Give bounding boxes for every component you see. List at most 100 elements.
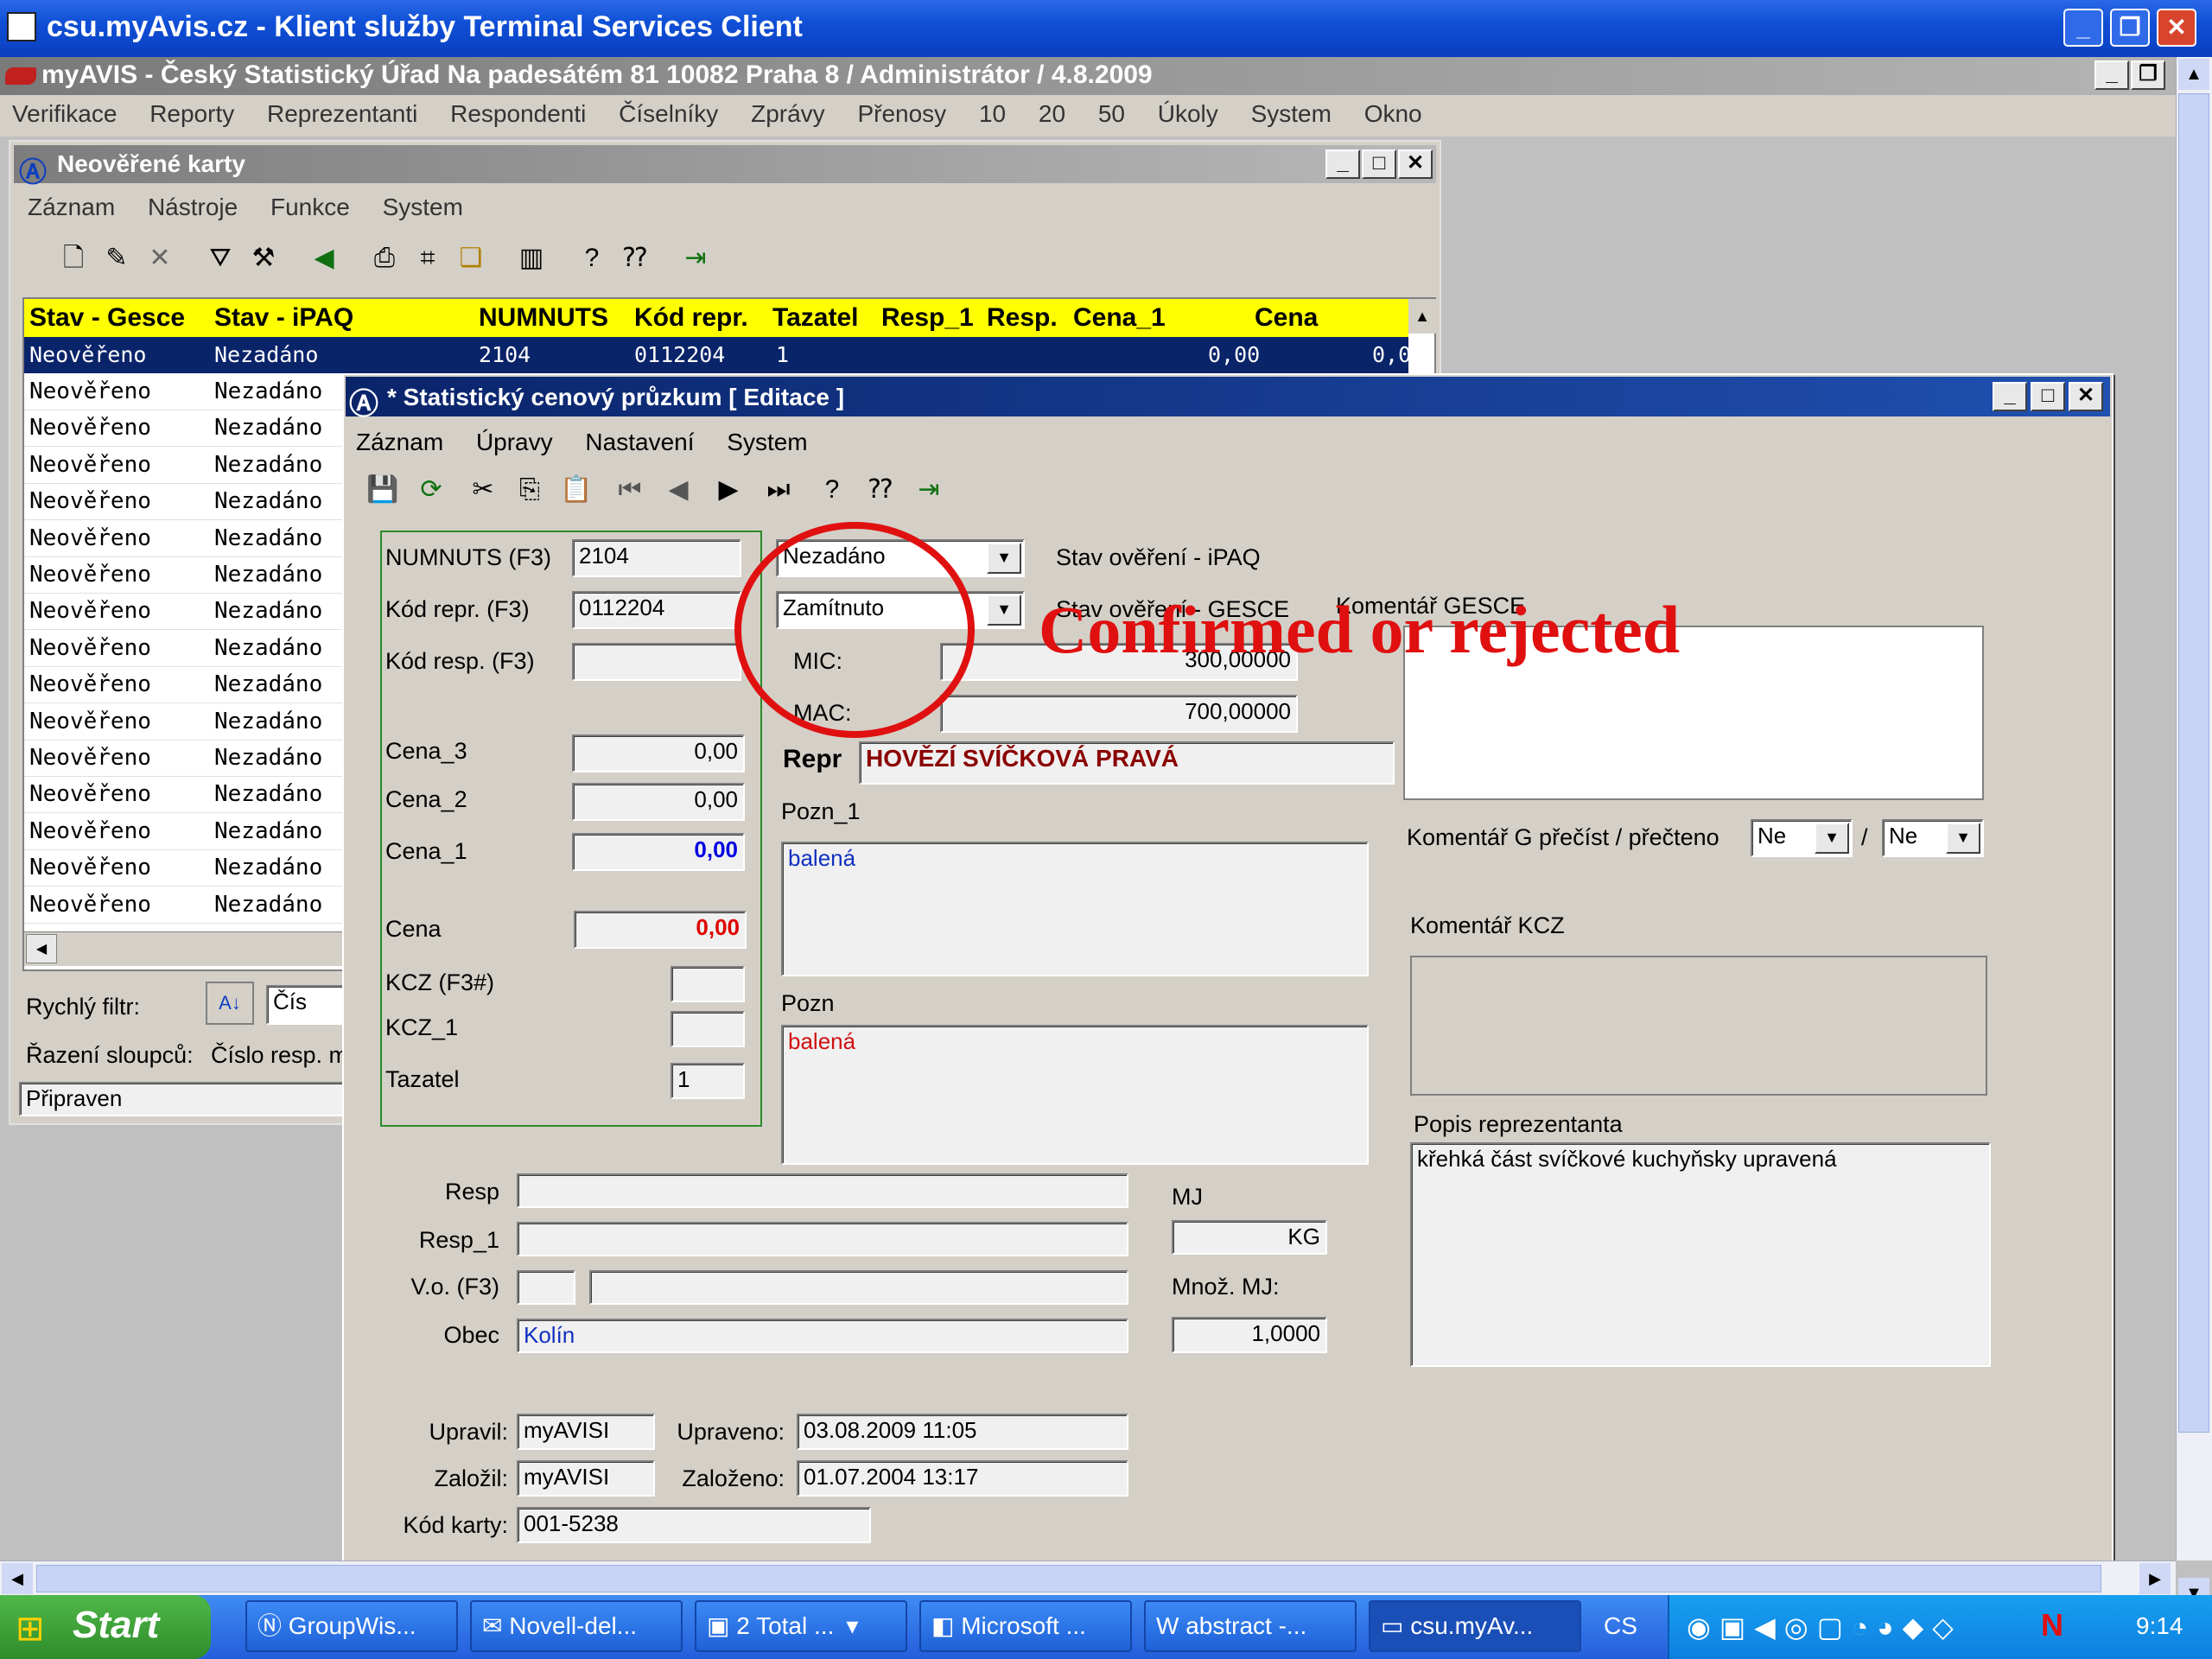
edit-maximize-button[interactable]: □ — [2031, 382, 2065, 411]
next-record-icon[interactable]: ▶ — [709, 468, 748, 512]
col-stav-ipaq[interactable]: Stav - iPAQ — [214, 299, 353, 337]
menu-prenosy[interactable]: Přenosy — [857, 100, 946, 127]
selected-row[interactable]: Neověřeno Nezadáno 2104 0112204 1 0,00 0… — [24, 337, 1411, 373]
grid-scroll-up[interactable]: ▲ — [1408, 299, 1436, 334]
zalozil-field[interactable]: myAVISI — [517, 1460, 655, 1497]
hscroll-thumb[interactable] — [36, 1565, 2101, 1592]
kcz-field[interactable] — [671, 966, 745, 1002]
komentar-kcz-field[interactable] — [1410, 956, 1987, 1096]
export-icon[interactable]: ⌗ — [408, 237, 448, 280]
col-kod-repr[interactable]: Kód repr. — [634, 299, 748, 337]
kod-resp-field[interactable] — [572, 643, 741, 681]
chevron-down-icon[interactable]: ▼ — [1946, 823, 1980, 854]
menu-okno[interactable]: Okno — [1364, 100, 1422, 127]
menu-verifikace[interactable]: Verifikace — [12, 100, 117, 127]
menu-system[interactable]: System — [1251, 100, 1332, 127]
mj-field[interactable]: KG — [1172, 1220, 1327, 1255]
list-close-button[interactable]: ✕ — [1398, 149, 1433, 179]
scroll-thumb[interactable] — [2178, 93, 2209, 1433]
copy-records-icon[interactable]: ❏ — [451, 237, 491, 280]
outer-close-button[interactable]: ✕ — [2157, 9, 2196, 47]
hscroll-right-button[interactable]: ▶ — [2139, 1563, 2171, 1594]
list-menu-funkce[interactable]: Funkce — [270, 194, 350, 220]
menu-50[interactable]: 50 — [1098, 100, 1125, 127]
cena2-field[interactable]: 0,00 — [572, 783, 745, 821]
copy-icon[interactable]: ⎘ — [510, 468, 550, 512]
edit-context-help-icon[interactable]: ⁇ — [861, 468, 900, 512]
sort-az-icon[interactable]: A↓ — [206, 982, 254, 1025]
start-button[interactable]: ⊞ Start — [0, 1595, 211, 1659]
list-menu-system[interactable]: System — [383, 194, 463, 220]
quick-filter-field[interactable]: Čís — [266, 985, 349, 1025]
list-maximize-button[interactable]: □ — [1362, 149, 1396, 179]
kod-karty-field[interactable]: 001-5238 — [517, 1507, 871, 1543]
outer-restore-button[interactable]: ❐ — [2110, 9, 2150, 47]
tazatel-field[interactable]: 1 — [671, 1063, 745, 1099]
edit-menu-nastaveni[interactable]: Nastavení — [585, 429, 694, 455]
menu-respondenti[interactable]: Respondenti — [450, 100, 586, 127]
chevron-down-icon[interactable]: ▼ — [987, 543, 1021, 574]
vo-code-field[interactable] — [517, 1270, 575, 1305]
main-vertical-scrollbar[interactable]: ▲ ▼ — [2176, 57, 2212, 1609]
taskbar-item-total[interactable]: ▣ 2 Total ... ▾ — [695, 1600, 907, 1652]
edit-icon[interactable]: ✎ — [97, 237, 137, 280]
col-cena[interactable]: Cena — [1255, 299, 1318, 337]
refresh-icon[interactable]: ⟳ — [411, 468, 451, 512]
tray-novell-icon[interactable]: N — [2041, 1607, 2063, 1643]
back-icon[interactable]: ◀ — [304, 237, 344, 280]
edit-minimize-button[interactable]: _ — [1993, 382, 2027, 411]
print-icon[interactable]: ⎙ — [365, 237, 404, 280]
last-record-icon[interactable]: ⏭ — [759, 468, 798, 512]
main-horizontal-scrollbar[interactable]: ◀ ▶ — [0, 1560, 2176, 1595]
col-stav-gesce[interactable]: Stav - Gesce — [29, 299, 185, 337]
cena-field[interactable]: 0,00 — [574, 911, 747, 949]
pozn1-field[interactable]: balená — [781, 842, 1369, 976]
cut-icon[interactable]: ✂ — [463, 468, 503, 512]
repr-field[interactable]: HOVĚZÍ SVÍČKOVÁ PRAVÁ — [859, 741, 1395, 785]
upraveno-field[interactable]: 03.08.2009 11:05 — [797, 1414, 1128, 1450]
filter-clear-icon[interactable]: ⚒ — [244, 237, 283, 280]
tray-icons[interactable]: ◉▣◀◎▢◔◕◆◇ — [1687, 1611, 1962, 1643]
list-menu-nastroje[interactable]: Nástroje — [148, 194, 238, 220]
prev-record-icon[interactable]: ◀ — [658, 468, 698, 512]
language-indicator[interactable]: CS — [1604, 1612, 1637, 1640]
grid-scroll-left[interactable]: ◀ — [26, 934, 57, 963]
save-icon[interactable]: 💾 — [363, 468, 403, 512]
app-restore-button[interactable]: ❐ — [2131, 60, 2165, 90]
kod-repr-field[interactable]: 0112204 — [572, 591, 741, 629]
kcz1-field[interactable] — [671, 1011, 745, 1047]
edit-menu-system[interactable]: System — [727, 429, 807, 455]
cena3-field[interactable]: 0,00 — [572, 734, 745, 772]
col-tazatel[interactable]: Tazatel — [772, 299, 858, 337]
taskbar-item-microsoft[interactable]: ◧ Microsoft ... — [919, 1600, 1132, 1652]
edit-exit-icon[interactable]: ⇥ — [909, 468, 949, 512]
hscroll-left-button[interactable]: ◀ — [2, 1563, 33, 1594]
komentar-g-read-combo[interactable]: Ne ▼ — [1751, 819, 1853, 857]
zalozeno-field[interactable]: 01.07.2004 13:17 — [797, 1460, 1128, 1497]
col-resp1[interactable]: Resp_1 — [881, 299, 974, 337]
menu-zpravy[interactable]: Zprávy — [751, 100, 825, 127]
paste-icon[interactable]: 📋 — [556, 468, 596, 512]
mac-field[interactable]: 700,00000 — [940, 695, 1298, 733]
pozn-field[interactable]: balená — [781, 1025, 1369, 1165]
chevron-down-icon[interactable]: ▼ — [1815, 823, 1849, 854]
grid-horizontal-scrollbar[interactable]: ◀ — [24, 931, 353, 966]
chart-icon[interactable]: ▥ — [512, 237, 551, 280]
help-icon[interactable]: ? — [572, 237, 612, 280]
taskbar-item-abstract[interactable]: W abstract -... — [1144, 1600, 1357, 1652]
chevron-down-icon[interactable]: ▼ — [987, 594, 1021, 626]
menu-10[interactable]: 10 — [979, 100, 1006, 127]
edit-close-button[interactable]: ✕ — [2069, 382, 2103, 411]
taskbar-item-csu[interactable]: ▭ csu.myAv... — [1369, 1600, 1581, 1652]
list-minimize-button[interactable]: _ — [1325, 149, 1360, 179]
menu-ukoly[interactable]: Úkoly — [1158, 100, 1218, 127]
resp1-field[interactable] — [517, 1222, 1128, 1256]
taskbar-item-novell[interactable]: ✉ Novell-del... — [470, 1600, 683, 1652]
edit-menu-zaznam[interactable]: Záznam — [356, 429, 443, 455]
scroll-up-button[interactable]: ▲ — [2178, 59, 2209, 90]
obec-field[interactable]: Kolín — [517, 1319, 1128, 1353]
upravil-field[interactable]: myAVISI — [517, 1414, 655, 1450]
popis-field[interactable]: křehká část svíčkové kuchyňsky upravená — [1410, 1142, 1991, 1367]
menu-20[interactable]: 20 — [1039, 100, 1065, 127]
col-numnuts[interactable]: NUMNUTS — [479, 299, 608, 337]
